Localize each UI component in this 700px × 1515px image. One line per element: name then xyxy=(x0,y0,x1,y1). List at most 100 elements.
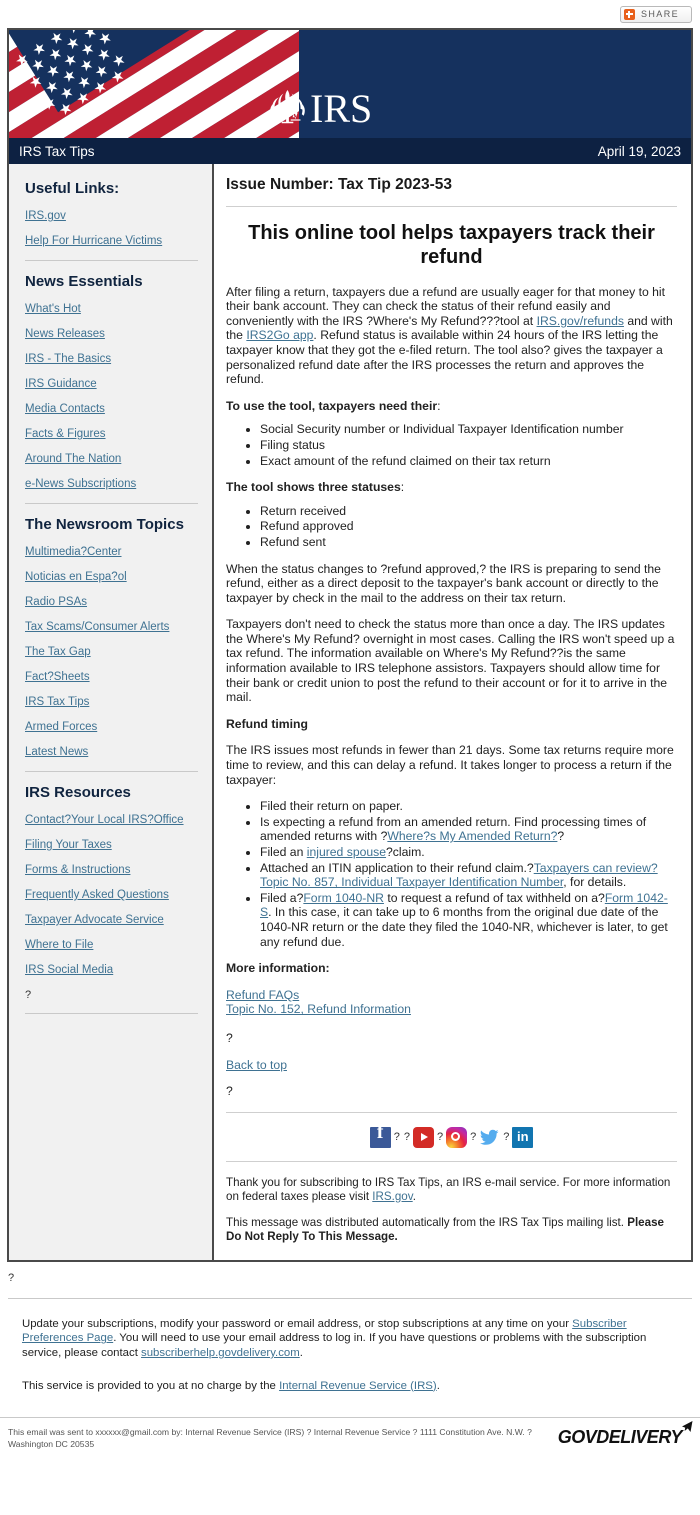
subscription-text-1: Update your subscriptions, modify your p… xyxy=(22,1317,573,1330)
twitter-icon[interactable] xyxy=(479,1127,500,1148)
sidebar-item-irs-social-media[interactable]: IRS Social Media xyxy=(25,964,198,977)
plus-square-icon xyxy=(623,8,635,20)
sidebar-item-irs-gov[interactable]: IRS.gov xyxy=(25,210,198,223)
facebook-icon[interactable] xyxy=(369,1125,391,1148)
timing-item4-text-1: Attached an ITIN application to their re… xyxy=(260,860,534,875)
thanks-text-2: . xyxy=(412,1189,416,1203)
sidebar-trailing-text: ? xyxy=(25,989,32,1001)
sidebar-section-irs-resources: IRS Resources Contact?Your Local IRS?Off… xyxy=(25,784,198,1001)
sidebar-item-the-tax-gap[interactable]: The Tax Gap xyxy=(25,646,198,659)
sidebar-item-where-to-file[interactable]: Where to File xyxy=(25,939,198,952)
newsletter-titlebar: IRS Tax Tips April 19, 2023 xyxy=(9,138,691,164)
timing-item5-text-2: to request a refund of tax withheld on a… xyxy=(383,890,605,905)
linkedin-icon[interactable] xyxy=(512,1126,534,1148)
link-topic-152-refund-information[interactable]: Topic No. 152, Refund Information xyxy=(226,1002,411,1016)
social-links: ? ? ? ? ? xyxy=(226,1125,677,1148)
timing-item5-text-1: Filed a? xyxy=(260,890,304,905)
sidebar-item-latest-news[interactable]: Latest News xyxy=(25,746,198,759)
govdelivery-wordmark: GOVDELIVERY xyxy=(557,1427,683,1448)
need-heading-bold: To use the tool, taxpayers need their xyxy=(226,398,438,413)
sidebar-section-useful-links: Useful Links: IRS.gov Help For Hurricane… xyxy=(25,180,198,248)
service-paragraph: This service is provided to you at no ch… xyxy=(22,1379,678,1394)
kite-icon xyxy=(682,1421,693,1433)
sidebar-item-whats-hot[interactable]: What's Hot xyxy=(25,303,198,316)
link-injured-spouse[interactable]: injured spouse xyxy=(307,845,386,859)
spacer-question-1: ? xyxy=(226,1030,233,1045)
sidebar-item-irs-tax-tips[interactable]: IRS Tax Tips xyxy=(25,696,198,709)
social-divider-bottom xyxy=(226,1160,677,1162)
refund-timing-paragraph: The IRS issues most refunds in fewer tha… xyxy=(226,743,674,787)
sidebar-item-contact-local-office[interactable]: Contact?Your Local IRS?Office xyxy=(25,814,198,827)
sidebar-item-noticias-en-espanol[interactable]: Noticias en Espa?ol xyxy=(25,571,198,584)
newsletter-title: IRS Tax Tips xyxy=(19,143,95,159)
sidebar-heading-irs-resources: IRS Resources xyxy=(25,784,131,801)
need-list: Social Security number or Individual Tax… xyxy=(226,422,677,468)
govdelivery-logo: GOVDELIVERY xyxy=(557,1421,693,1448)
once-a-day-paragraph: Taxpayers don't need to check the status… xyxy=(226,617,675,705)
irs-eagle-scales-seal-icon xyxy=(270,90,305,124)
list-item: Filed a?Form 1040-NR to request a refund… xyxy=(260,891,677,949)
link-internal-revenue-service[interactable]: Internal Revenue Service (IRS) xyxy=(279,1380,437,1392)
list-item: Filing status xyxy=(260,438,677,453)
link-irs-gov-footer[interactable]: IRS.gov xyxy=(372,1190,412,1203)
list-item: Filed an injured spouse?claim. xyxy=(260,845,677,860)
more-information-links: Refund FAQs Topic No. 152, Refund Inform… xyxy=(226,988,677,1017)
list-item: Social Security number or Individual Tax… xyxy=(260,422,677,437)
sidebar-item-facts-figures[interactable]: Facts & Figures xyxy=(25,428,198,441)
list-item: Refund sent xyxy=(260,535,677,550)
link-irs-gov-refunds[interactable]: IRS.gov/refunds xyxy=(537,314,624,328)
statuses-heading: The tool shows three statuses: xyxy=(226,480,677,495)
sidebar-item-taxpayer-advocate-service[interactable]: Taxpayer Advocate Service xyxy=(25,914,198,927)
refund-timing-heading: Refund timing xyxy=(226,716,308,731)
sidebar-item-multimedia-center[interactable]: Multimedia?Center xyxy=(25,546,198,559)
social-separator: ? xyxy=(470,1130,477,1143)
timing-item3-text-2: ?claim. xyxy=(386,845,425,859)
share-button-label: SHARE xyxy=(640,9,679,19)
timing-list: Filed their return on paper. Is expectin… xyxy=(226,799,677,949)
sidebar-section-news-essentials: News Essentials What's Hot News Releases… xyxy=(25,273,198,491)
service-text-1: This service is provided to you at no ch… xyxy=(22,1379,280,1392)
back-to-top-link[interactable]: Back to top xyxy=(226,1058,287,1072)
link-irs2go-app[interactable]: IRS2Go app xyxy=(246,328,313,342)
page-title: This online tool helps taxpayers track t… xyxy=(248,221,655,268)
irs-wordmark: IRS xyxy=(310,86,373,131)
sidebar-divider xyxy=(25,1013,198,1014)
sidebar-item-irs-guidance[interactable]: IRS Guidance xyxy=(25,378,198,391)
subscription-footer: Update your subscriptions, modify your p… xyxy=(0,1299,700,1407)
sidebar-item-radio-psas[interactable]: Radio PSAs xyxy=(25,596,198,609)
sidebar-item-armed-forces[interactable]: Armed Forces xyxy=(25,721,198,734)
sidebar-item-fact-sheets[interactable]: Fact?Sheets xyxy=(25,671,198,684)
timing-item3-text-1: Filed an xyxy=(260,845,307,859)
share-button[interactable]: SHARE xyxy=(619,5,692,23)
link-subscriberhelp-govdelivery[interactable]: subscriberhelp.govdelivery.com xyxy=(141,1347,300,1359)
sidebar-divider xyxy=(25,260,198,261)
sidebar-item-hurricane-victims[interactable]: Help For Hurricane Victims xyxy=(25,235,198,248)
youtube-icon[interactable] xyxy=(412,1126,434,1148)
sidebar-item-around-the-nation[interactable]: Around The Nation xyxy=(25,453,198,466)
subscription-text-3: . xyxy=(299,1346,303,1359)
link-wheres-my-amended-return[interactable]: Where?s My Amended Return? xyxy=(387,829,557,843)
back-to-top-wrapper: Back to top xyxy=(226,1058,677,1073)
sidebar-item-news-releases[interactable]: News Releases xyxy=(25,328,198,341)
sidebar-heading-useful-links: Useful Links: xyxy=(25,180,120,197)
sidebar-item-media-contacts[interactable]: Media Contacts xyxy=(25,403,198,416)
outer-spacer-question: ? xyxy=(8,1271,15,1284)
sidebar-item-irs-the-basics[interactable]: IRS - The Basics xyxy=(25,353,198,366)
sidebar-item-enews-subscriptions[interactable]: e-News Subscriptions xyxy=(25,478,198,491)
spacer-question-2: ? xyxy=(226,1084,233,1099)
distributed-paragraph: This message was distributed automatical… xyxy=(226,1216,677,1244)
footer-sent-text: This email was sent to xxxxxx@gmail.com … xyxy=(8,1427,532,1449)
sidebar-item-faq[interactable]: Frequently Asked Questions xyxy=(25,889,198,902)
sidebar-item-filing-your-taxes[interactable]: Filing Your Taxes xyxy=(25,839,198,852)
link-refund-faqs[interactable]: Refund FAQs xyxy=(226,988,299,1002)
sidebar-item-forms-instructions[interactable]: Forms & Instructions xyxy=(25,864,198,877)
sidebar-heading-newsroom-topics: The Newsroom Topics xyxy=(25,516,184,533)
link-form-1040-nr[interactable]: Form 1040-NR xyxy=(303,891,384,905)
status-change-paragraph: When the status changes to ?refund appro… xyxy=(226,561,661,605)
sidebar-item-tax-scams-consumer-alerts[interactable]: Tax Scams/Consumer Alerts xyxy=(25,621,198,634)
newsletter-date: April 19, 2023 xyxy=(597,143,681,159)
sidebar-heading-news-essentials: News Essentials xyxy=(25,273,143,290)
instagram-icon[interactable] xyxy=(446,1126,468,1148)
statuses-heading-bold: The tool shows three statuses xyxy=(226,480,401,495)
us-flag-banner-icon: ★★★★★ ★★★★ ★★★★★ ★★★★ ★★★★★ ★★★★ xyxy=(9,30,299,138)
